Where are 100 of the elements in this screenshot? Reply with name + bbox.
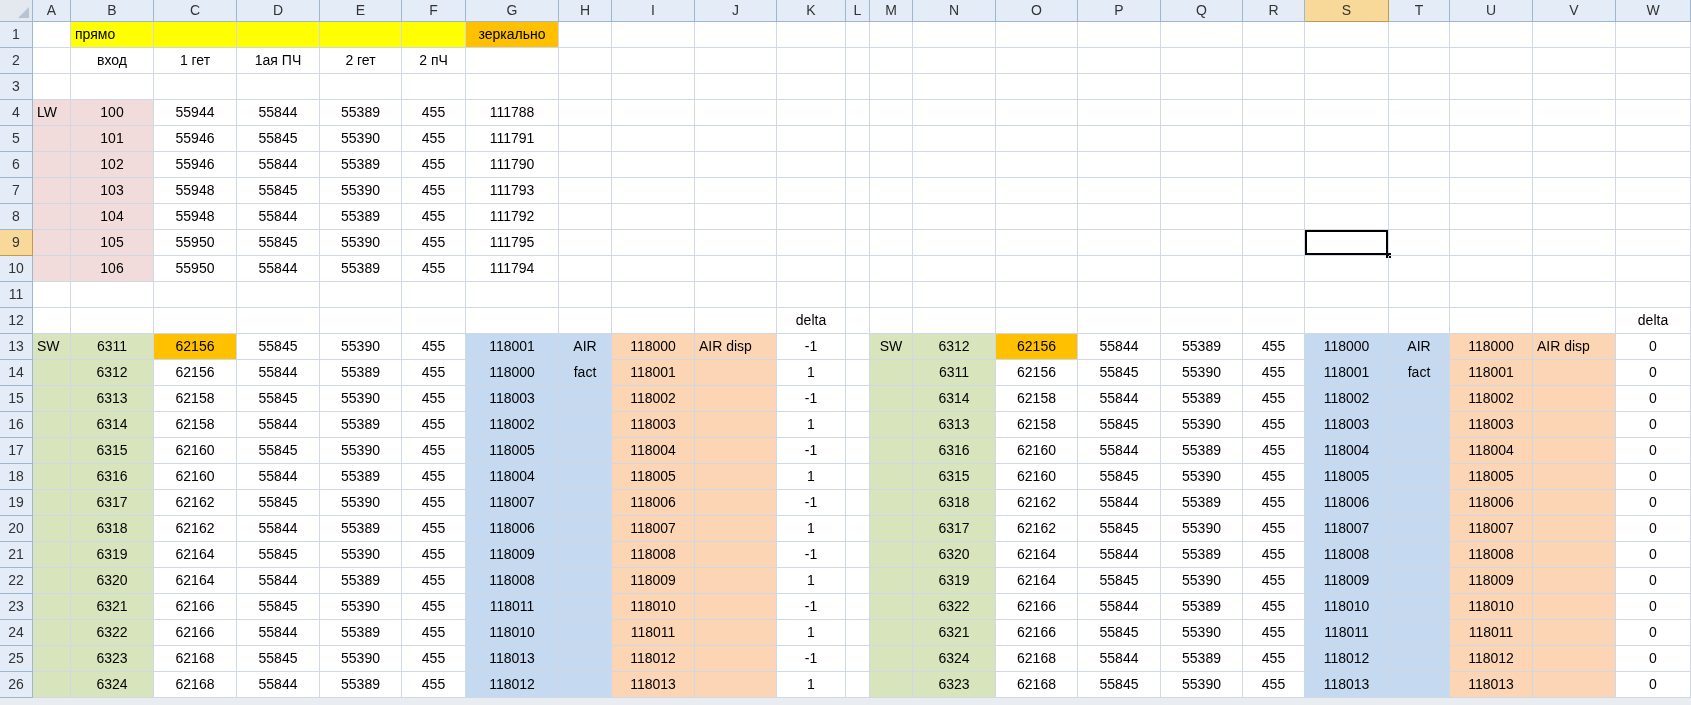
row-header[interactable]: 6 <box>0 152 33 178</box>
column-header[interactable]: W <box>1616 0 1691 22</box>
column-header[interactable]: T <box>1389 0 1450 22</box>
column-header[interactable]: B <box>71 0 154 22</box>
table-cell: 118013 <box>1450 672 1533 698</box>
table-cell: 55844 <box>237 152 320 178</box>
table-cell: 55844 <box>237 620 320 646</box>
column-header[interactable]: O <box>996 0 1078 22</box>
column-header[interactable]: H <box>559 0 612 22</box>
row-header[interactable]: 9 <box>0 230 33 256</box>
table-cell: 0 <box>1616 672 1691 698</box>
row-header[interactable]: 20 <box>0 516 33 542</box>
column-header[interactable]: I <box>612 0 695 22</box>
table-cell: 111791 <box>466 126 559 152</box>
column-header[interactable]: S <box>1305 0 1389 22</box>
table-cell: delta <box>777 308 846 334</box>
row-header[interactable]: 19 <box>0 490 33 516</box>
row-header[interactable]: 4 <box>0 100 33 126</box>
row-header[interactable]: 15 <box>0 386 33 412</box>
empty-cell <box>846 256 870 282</box>
table-cell: 1 <box>777 672 846 698</box>
empty-cell <box>402 282 466 308</box>
row-header[interactable]: 22 <box>0 568 33 594</box>
column-header[interactable]: Q <box>1161 0 1243 22</box>
table-cell: 118013 <box>466 646 559 672</box>
table-cell: 1 <box>777 516 846 542</box>
table-cell: 2 пЧ <box>402 48 466 74</box>
column-header[interactable]: F <box>402 0 466 22</box>
row-header[interactable]: 3 <box>0 74 33 100</box>
row-header[interactable]: 1 <box>0 22 33 48</box>
table-cell: 55845 <box>1078 568 1161 594</box>
empty-cell <box>559 282 612 308</box>
table-cell: -1 <box>777 542 846 568</box>
table-cell: 6321 <box>913 620 996 646</box>
table-cell: 55845 <box>237 230 320 256</box>
column-header[interactable]: C <box>154 0 237 22</box>
row-header[interactable]: 5 <box>0 126 33 152</box>
row-header[interactable]: 11 <box>0 282 33 308</box>
row-header[interactable]: 23 <box>0 594 33 620</box>
column-header[interactable]: K <box>777 0 846 22</box>
column-header[interactable]: G <box>466 0 559 22</box>
table-cell: 62168 <box>154 646 237 672</box>
row-header[interactable]: 13 <box>0 334 33 360</box>
table-cell: 118006 <box>612 490 695 516</box>
row-header[interactable]: 10 <box>0 256 33 282</box>
active-cell[interactable] <box>1305 230 1389 256</box>
empty-cell <box>870 126 913 152</box>
empty-cell <box>1389 256 1450 282</box>
table-cell: 118011 <box>612 620 695 646</box>
table-cell: 118007 <box>1305 516 1389 542</box>
table-cell: 118007 <box>612 516 695 542</box>
row-header[interactable]: 24 <box>0 620 33 646</box>
table-cell: AIR disp <box>695 334 777 360</box>
column-header[interactable]: N <box>913 0 996 22</box>
row-header[interactable]: 12 <box>0 308 33 334</box>
table-cell: 100 <box>71 100 154 126</box>
empty-cell <box>846 126 870 152</box>
table-cell: 55390 <box>1161 672 1243 698</box>
row-header[interactable]: 21 <box>0 542 33 568</box>
table-cell: 118001 <box>612 360 695 386</box>
empty-cell <box>559 230 612 256</box>
column-header[interactable]: U <box>1450 0 1533 22</box>
column-header[interactable]: M <box>870 0 913 22</box>
table-cell: 55845 <box>1078 516 1161 542</box>
column-header[interactable]: P <box>1078 0 1161 22</box>
table-cell: 118009 <box>612 568 695 594</box>
row-header[interactable]: 18 <box>0 464 33 490</box>
table-cell: 55390 <box>320 126 402 152</box>
table-cell: 55844 <box>237 516 320 542</box>
table-cell: 55845 <box>237 646 320 672</box>
table-cell: 118003 <box>1450 412 1533 438</box>
table-cell: 6312 <box>71 360 154 386</box>
empty-cell <box>846 308 870 334</box>
table-cell: 55389 <box>1161 594 1243 620</box>
column-header[interactable]: V <box>1533 0 1616 22</box>
row-header[interactable]: 17 <box>0 438 33 464</box>
row-header[interactable]: 8 <box>0 204 33 230</box>
table-cell: 6312 <box>913 334 996 360</box>
table-cell: 55390 <box>1161 568 1243 594</box>
row-header[interactable]: 7 <box>0 178 33 204</box>
table-cell: 1 <box>777 620 846 646</box>
table-cell: 55845 <box>237 334 320 360</box>
column-header[interactable]: J <box>695 0 777 22</box>
table-cell: 6323 <box>71 646 154 672</box>
column-header[interactable]: L <box>846 0 870 22</box>
row-header[interactable]: 16 <box>0 412 33 438</box>
table-cell: 55844 <box>1078 438 1161 464</box>
fill-handle[interactable] <box>1386 253 1391 258</box>
row-header[interactable]: 2 <box>0 48 33 74</box>
row-header[interactable]: 26 <box>0 672 33 698</box>
column-header[interactable]: A <box>33 0 71 22</box>
column-header[interactable]: R <box>1243 0 1305 22</box>
table-cell: 6321 <box>71 594 154 620</box>
table-cell: вход <box>71 48 154 74</box>
table-cell: 0 <box>1616 438 1691 464</box>
column-header[interactable]: D <box>237 0 320 22</box>
table-cell: 118000 <box>1305 334 1389 360</box>
row-header[interactable]: 25 <box>0 646 33 672</box>
row-header[interactable]: 14 <box>0 360 33 386</box>
column-header[interactable]: E <box>320 0 402 22</box>
